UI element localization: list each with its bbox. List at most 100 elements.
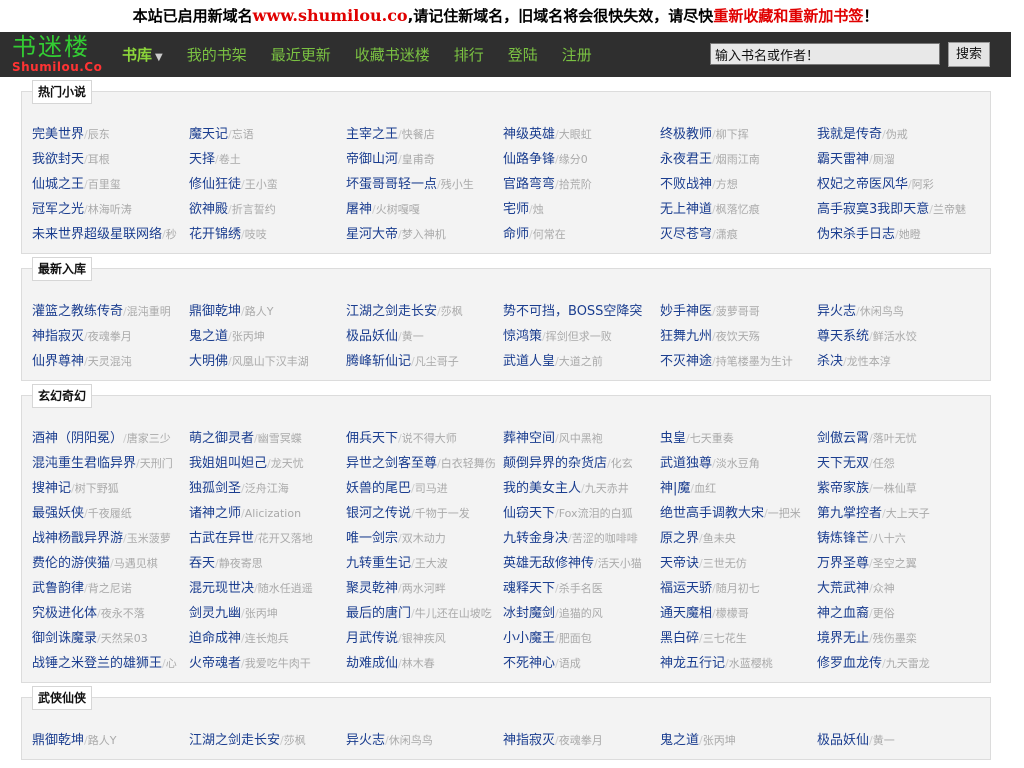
book-title-link[interactable]: 主宰之王	[346, 127, 398, 142]
book-author-link[interactable]: 夜魂拳月	[559, 734, 603, 747]
book-author-link[interactable]: 潇痕	[716, 228, 738, 241]
book-title-link[interactable]: 妙手神医	[660, 304, 712, 319]
book-title-link[interactable]: 屠神	[346, 202, 372, 217]
book-title-link[interactable]: 神指寂灭	[503, 733, 555, 748]
book-title-link[interactable]: 聚灵乾神	[346, 581, 398, 596]
book-title-link[interactable]: 银河之传说	[346, 506, 411, 521]
book-title-link[interactable]: 战神杨戬异界游	[32, 531, 123, 546]
book-author-link[interactable]: 火树嘎嘎	[376, 203, 420, 216]
book-title-link[interactable]: 尊天系统	[817, 329, 869, 344]
menu-ranking[interactable]: 排行	[442, 44, 496, 65]
book-title-link[interactable]: 佣兵天下	[346, 431, 398, 446]
book-author-link[interactable]: 一株仙草	[873, 482, 917, 495]
book-author-link[interactable]: 张丙坤	[232, 330, 265, 343]
book-title-link[interactable]: 神龙五行记	[660, 656, 725, 671]
book-title-link[interactable]: 大荒武神	[817, 581, 869, 596]
book-title-link[interactable]: 官路弯弯	[503, 177, 555, 192]
book-author-link[interactable]: 千夜履纸	[88, 507, 132, 520]
book-title-link[interactable]: 终极教师	[660, 127, 712, 142]
book-title-link[interactable]: 仙界尊神	[32, 354, 84, 369]
book-author-link[interactable]: 百里玺	[88, 178, 121, 191]
book-author-link[interactable]: 化玄	[611, 457, 633, 470]
book-author-link[interactable]: 混沌重明	[127, 305, 171, 318]
book-author-link[interactable]: Fox流泪的白狐	[559, 507, 633, 520]
book-title-link[interactable]: 狂舞九州	[660, 329, 712, 344]
book-author-link[interactable]: 唐家三少	[127, 432, 171, 445]
book-title-link[interactable]: 天下无双	[817, 456, 869, 471]
book-title-link[interactable]: 混沌重生君临异界	[32, 456, 136, 471]
book-author-link[interactable]: 水蓝樱桃	[729, 657, 773, 670]
book-author-link[interactable]: 天灵混沌	[88, 355, 132, 368]
book-title-link[interactable]: 福运天骄	[660, 581, 712, 596]
book-author-link[interactable]: 黄一	[873, 734, 895, 747]
book-author-link[interactable]: 烛	[533, 203, 544, 216]
book-title-link[interactable]: 吞天	[189, 556, 215, 571]
book-title-link[interactable]: 仙窃天下	[503, 506, 555, 521]
book-title-link[interactable]: 搜神记	[32, 481, 71, 496]
book-title-link[interactable]: 劫难成仙	[346, 656, 398, 671]
book-author-link[interactable]: 王小蛮	[245, 178, 278, 191]
book-author-link[interactable]: 说不得大师	[402, 432, 457, 445]
book-author-link[interactable]: 大道之前	[559, 355, 603, 368]
book-author-link[interactable]: 皇甫奇	[402, 153, 435, 166]
book-author-link[interactable]: 泛舟江海	[245, 482, 289, 495]
book-author-link[interactable]: 我爱吃牛肉干	[245, 657, 311, 670]
book-author-link[interactable]: 林海听涛	[88, 203, 132, 216]
book-title-link[interactable]: 未来世界超级星联网络	[32, 227, 162, 242]
book-title-link[interactable]: 神指寂灭	[32, 329, 84, 344]
book-author-link[interactable]: 幽雪冥蝶	[258, 432, 302, 445]
book-title-link[interactable]: 战锤之米登兰的雄狮王	[32, 656, 162, 671]
book-author-link[interactable]: 鱼未央	[703, 532, 736, 545]
book-title-link[interactable]: 不死神心	[503, 656, 555, 671]
book-title-link[interactable]: 费伦的游侠猫	[32, 556, 110, 571]
book-title-link[interactable]: 冠军之光	[32, 202, 84, 217]
book-title-link[interactable]: 鬼之道	[189, 329, 228, 344]
book-title-link[interactable]: 灌篮之教练传奇	[32, 304, 123, 319]
menu-library[interactable]: 书库 ▼	[110, 44, 175, 65]
book-title-link[interactable]: 铸炼锋芒	[817, 531, 869, 546]
book-author-link[interactable]: 任怨	[873, 457, 895, 470]
menu-recent-updates[interactable]: 最近更新	[259, 44, 343, 65]
book-title-link[interactable]: 九转重生记	[346, 556, 411, 571]
book-title-link[interactable]: 万界圣尊	[817, 556, 869, 571]
book-author-link[interactable]: 耳根	[88, 153, 110, 166]
book-author-link[interactable]: 挥剑但求一败	[546, 330, 612, 343]
book-title-link[interactable]: 修罗血龙传	[817, 656, 882, 671]
book-title-link[interactable]: 我欲封天	[32, 152, 84, 167]
book-author-link[interactable]: 双木动力	[402, 532, 446, 545]
menu-register[interactable]: 注册	[550, 44, 604, 65]
book-title-link[interactable]: 不败战神	[660, 177, 712, 192]
book-title-link[interactable]: 完美世界	[32, 127, 84, 142]
book-author-link[interactable]: 花开又落地	[258, 532, 313, 545]
book-title-link[interactable]: 鼎御乾坤	[189, 304, 241, 319]
book-title-link[interactable]: 妖兽的尾巴	[346, 481, 411, 496]
book-author-link[interactable]: 杀手名医	[559, 582, 603, 595]
book-author-link[interactable]: 秒	[166, 228, 177, 241]
book-title-link[interactable]: 剑灵九幽	[189, 606, 241, 621]
book-author-link[interactable]: 卷土	[219, 153, 241, 166]
book-author-link[interactable]: 追猫的风	[559, 607, 603, 620]
book-title-link[interactable]: 帝御山河	[346, 152, 398, 167]
book-title-link[interactable]: 势不可挡，BOSS空降突	[503, 304, 642, 319]
book-title-link[interactable]: 我的美女主人	[503, 481, 581, 496]
book-author-link[interactable]: 林木春	[402, 657, 435, 670]
book-author-link[interactable]: 凡尘哥子	[415, 355, 459, 368]
book-title-link[interactable]: 霸天雷神	[817, 152, 869, 167]
book-title-link[interactable]: 江湖之剑走长安	[346, 304, 437, 319]
book-author-link[interactable]: 夜饮天殇	[716, 330, 760, 343]
book-title-link[interactable]: 权妃之帝医风华	[817, 177, 908, 192]
book-title-link[interactable]: 唯一剑宗	[346, 531, 398, 546]
book-author-link[interactable]: 张丙坤	[703, 734, 736, 747]
book-author-link[interactable]: 张丙坤	[245, 607, 278, 620]
book-title-link[interactable]: 神之血裔	[817, 606, 869, 621]
book-author-link[interactable]: 莎枫	[441, 305, 463, 318]
book-author-link[interactable]: 龙性本淳	[847, 355, 891, 368]
book-title-link[interactable]: 御剑诛魔录	[32, 631, 97, 646]
book-title-link[interactable]: 永夜君王	[660, 152, 712, 167]
book-title-link[interactable]: 灭尽苍穹	[660, 227, 712, 242]
book-title-link[interactable]: 古武在异世	[189, 531, 254, 546]
book-title-link[interactable]: 九转金身决	[503, 531, 568, 546]
book-title-link[interactable]: 神级英雄	[503, 127, 555, 142]
book-title-link[interactable]: 花开锦绣	[189, 227, 241, 242]
book-author-link[interactable]: 黄一	[402, 330, 424, 343]
